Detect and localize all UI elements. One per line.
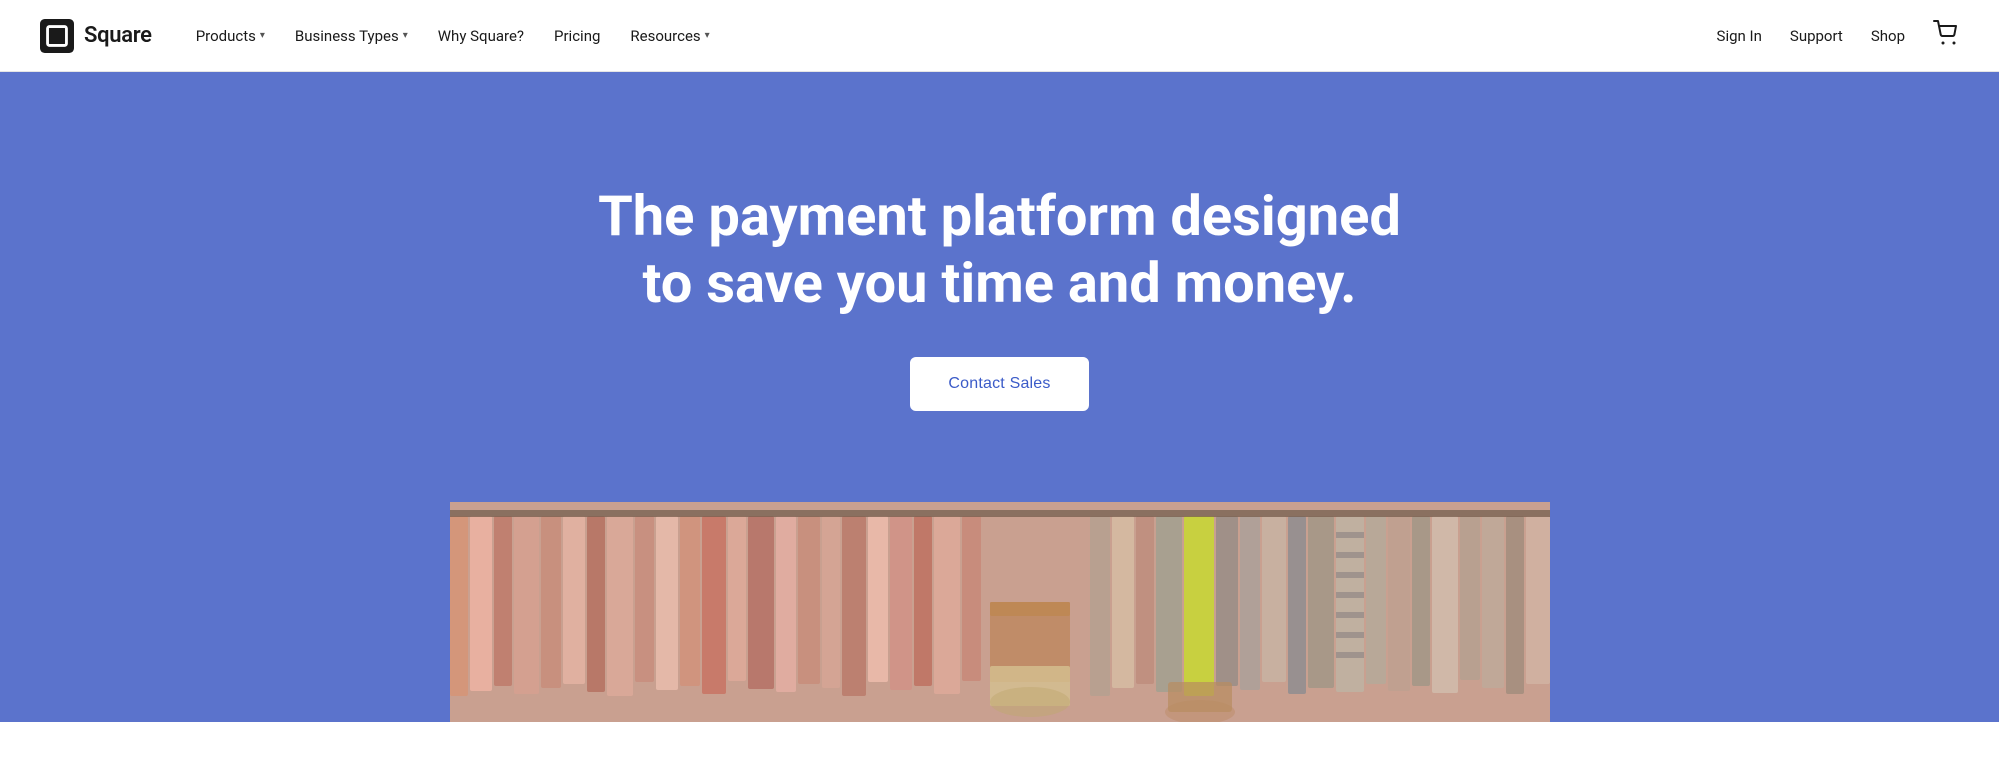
sign-in-link[interactable]: Sign In — [1717, 27, 1762, 45]
logo-text: Square — [84, 23, 152, 48]
support-link[interactable]: Support — [1790, 27, 1843, 45]
hero-title-line2: to save you time and money. — [643, 250, 1357, 316]
contact-sales-button[interactable]: Contact Sales — [910, 357, 1088, 411]
products-chevron-icon: ▾ — [260, 30, 265, 41]
clothing-rack-svg — [450, 502, 1550, 722]
nav-item-pricing[interactable]: Pricing — [542, 19, 612, 53]
business-types-chevron-icon: ▾ — [403, 30, 408, 41]
clothing-image-section — [0, 502, 1999, 722]
logo[interactable]: Square — [40, 19, 152, 53]
cart-icon[interactable] — [1933, 20, 1959, 52]
navbar-left: Square Products ▾ Business Types ▾ Why S… — [40, 19, 722, 53]
navbar: Square Products ▾ Business Types ▾ Why S… — [0, 0, 1999, 72]
square-logo-icon — [40, 19, 74, 53]
nav-item-resources[interactable]: Resources ▾ — [618, 19, 721, 53]
navbar-right: Sign In Support Shop — [1717, 20, 1959, 52]
nav-item-why-square[interactable]: Why Square? — [426, 19, 536, 53]
hero-title: The payment platform designed to save yo… — [598, 183, 1401, 317]
hero-title-line1: The payment platform designed — [598, 183, 1401, 249]
nav-item-products[interactable]: Products ▾ — [184, 19, 277, 53]
nav-resources-label: Resources — [630, 27, 700, 45]
rack-bar — [450, 510, 1550, 516]
nav-item-business-types[interactable]: Business Types ▾ — [283, 19, 420, 53]
hero-section: The payment platform designed to save yo… — [0, 72, 1999, 502]
nav-business-types-label: Business Types — [295, 27, 399, 45]
nav-pricing-label: Pricing — [554, 27, 600, 45]
resources-chevron-icon: ▾ — [705, 30, 710, 41]
nav-why-square-label: Why Square? — [438, 27, 524, 45]
clothing-image — [450, 502, 1550, 722]
shop-link[interactable]: Shop — [1871, 27, 1905, 45]
nav-products-label: Products — [196, 27, 256, 45]
nav-links: Products ▾ Business Types ▾ Why Square? … — [184, 19, 722, 53]
